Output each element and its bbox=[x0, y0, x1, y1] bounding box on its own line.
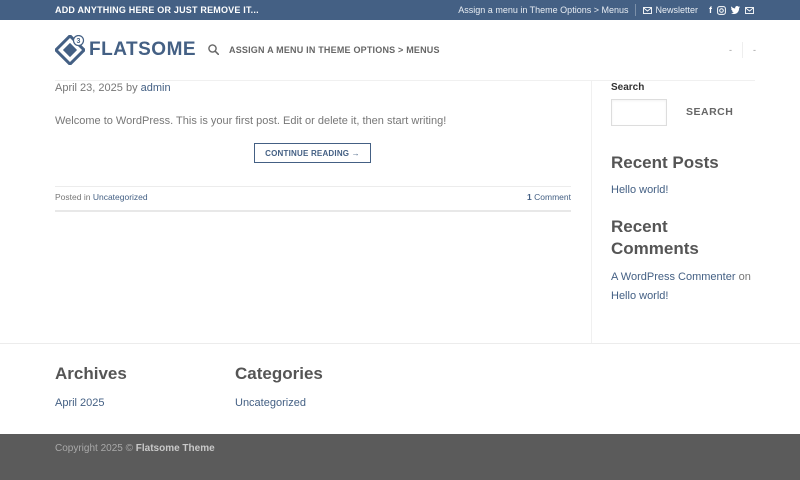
sidebar-search-button[interactable]: SEARCH bbox=[686, 106, 733, 118]
footer-widgets: Archives April 2025 Categories Uncategor… bbox=[0, 344, 800, 434]
social-icons: f bbox=[709, 5, 754, 15]
facebook-icon[interactable]: f bbox=[709, 5, 712, 15]
post-category-link[interactable]: Uncategorized bbox=[93, 192, 148, 202]
header-right-nav: - - bbox=[729, 42, 756, 58]
newsletter-link[interactable]: Newsletter bbox=[643, 5, 698, 15]
envelope-icon[interactable] bbox=[745, 6, 754, 14]
comment-on-word: on bbox=[738, 271, 751, 283]
newsletter-label: Newsletter bbox=[655, 5, 698, 15]
header-nav-item-2[interactable]: - bbox=[753, 45, 756, 55]
recent-comments-heading-line2: Comments bbox=[611, 239, 699, 258]
post-footer-divider-bottom bbox=[55, 210, 571, 212]
absolute-footer: Copyright 2025 © Flatsome Theme bbox=[0, 434, 800, 480]
categories-link[interactable]: Uncategorized bbox=[235, 397, 306, 409]
header-nav-item-1[interactable]: - bbox=[729, 45, 732, 55]
post-footer: Posted in Uncategorized 1 Comment bbox=[55, 192, 571, 202]
topbar-right: Assign a menu in Theme Options > Menus N… bbox=[458, 0, 754, 20]
header-separator bbox=[742, 42, 743, 58]
sidebar-search-input[interactable] bbox=[611, 99, 667, 126]
newsletter-envelope-icon bbox=[643, 6, 653, 14]
instagram-icon[interactable] bbox=[717, 5, 726, 15]
header-menu-link[interactable]: ASSIGN A MENU IN THEME OPTIONS > MENUS bbox=[229, 45, 440, 55]
site-logo[interactable]: 3 FLATSOME bbox=[55, 35, 196, 65]
post-meta: April 23, 2025 by admin bbox=[55, 82, 171, 94]
post-footer-divider-top bbox=[55, 186, 571, 187]
search-icon[interactable] bbox=[208, 44, 219, 55]
post-date: April 23, 2025 bbox=[55, 82, 123, 94]
comment-post-link[interactable]: Hello world! bbox=[611, 290, 668, 302]
archives-link[interactable]: April 2025 bbox=[55, 397, 105, 409]
sidebar-divider bbox=[591, 80, 592, 343]
comment-count: 1 bbox=[527, 192, 532, 202]
top-bar: ADD ANYTHING HERE OR JUST REMOVE IT... A… bbox=[0, 0, 800, 20]
sidebar-search-title: Search bbox=[611, 82, 645, 93]
categories-heading: Categories bbox=[235, 364, 323, 383]
copyright-text: Copyright 2025 © Flatsome Theme bbox=[55, 443, 215, 454]
post-by: by bbox=[125, 82, 138, 94]
archives-heading: Archives bbox=[55, 364, 127, 383]
copyright-prefix: Copyright 2025 © bbox=[55, 443, 133, 454]
recent-posts-heading: Recent Posts bbox=[611, 153, 719, 172]
logo-text: FLATSOME bbox=[89, 39, 197, 60]
posted-in-label: Posted in bbox=[55, 192, 91, 202]
continue-reading-button[interactable]: CONTINUE READING → bbox=[254, 143, 371, 163]
copyright-theme-name: Flatsome Theme bbox=[135, 443, 215, 454]
comments-link[interactable]: 1 Comment bbox=[527, 192, 571, 202]
logo-badge: 3 bbox=[77, 38, 81, 45]
recent-post-link[interactable]: Hello world! bbox=[611, 184, 668, 196]
topbar-menu-link[interactable]: Assign a menu in Theme Options > Menus bbox=[458, 5, 628, 15]
twitter-icon[interactable] bbox=[731, 6, 740, 14]
post-excerpt: Welcome to WordPress. This is your first… bbox=[55, 115, 447, 127]
topbar-separator bbox=[635, 4, 637, 16]
post-author-link[interactable]: admin bbox=[141, 82, 171, 94]
header-divider bbox=[55, 80, 755, 81]
recent-comments-heading: Recent Comments bbox=[611, 216, 699, 260]
commenter-link[interactable]: A WordPress Commenter bbox=[611, 271, 736, 283]
comment-label: Comment bbox=[534, 192, 571, 202]
topbar-left-text: ADD ANYTHING HERE OR JUST REMOVE IT... bbox=[55, 5, 259, 15]
recent-comments-heading-line1: Recent bbox=[611, 217, 668, 236]
recent-comment-item: A WordPress Commenter on Hello world! bbox=[611, 268, 761, 306]
site-header: 3 FLATSOME ASSIGN A MENU IN THEME OPTION… bbox=[0, 20, 800, 80]
logo-diamond-icon: 3 bbox=[55, 35, 85, 65]
